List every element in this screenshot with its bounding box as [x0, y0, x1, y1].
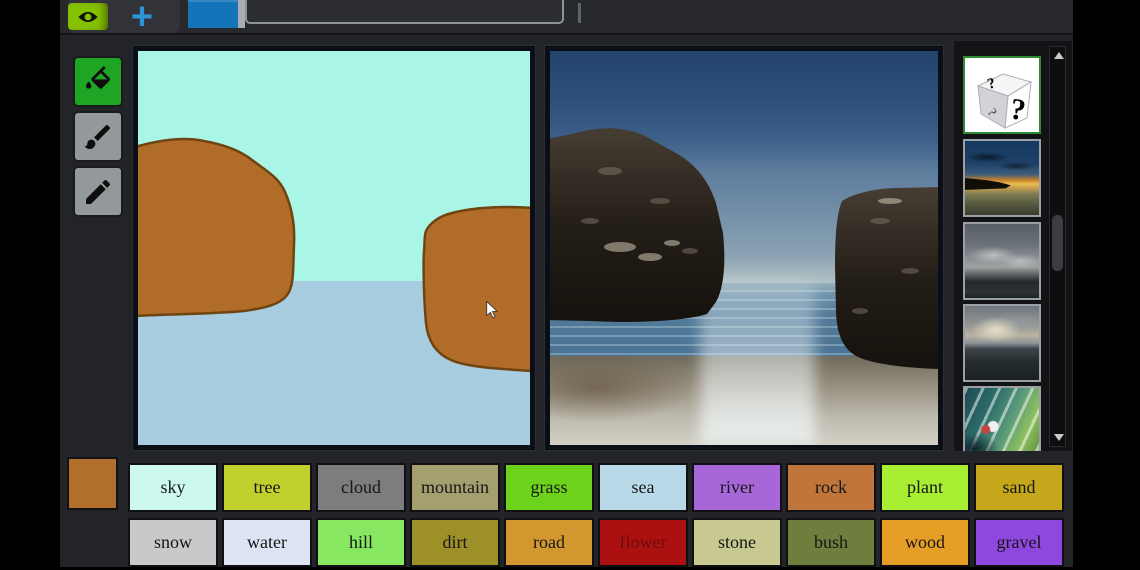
style-thumbnail-random-dice[interactable]: ? ? ?: [963, 56, 1041, 134]
brush-icon: [84, 124, 111, 149]
swatch-label: snow: [153, 532, 192, 552]
active-tab-thumb[interactable]: [188, 0, 238, 28]
swatch-label: hill: [348, 532, 373, 552]
swatch-label: cloud: [341, 477, 381, 497]
segmentation-canvas-frame: [133, 46, 535, 450]
label-swatch-dirt[interactable]: dirt: [412, 520, 498, 565]
swatch-label: grass: [530, 477, 568, 497]
generated-rocks: [550, 128, 938, 369]
style-scrollbar[interactable]: [1049, 46, 1066, 447]
label-swatch-sea[interactable]: sea: [600, 465, 686, 510]
style-sidebar: ? ? ?: [953, 40, 1073, 452]
brush-tool-button[interactable]: [75, 113, 121, 160]
generated-image: [550, 51, 938, 445]
app-window: + ? ? ? sky tree cloud mountain grass se…: [60, 0, 1073, 567]
label-swatch-water[interactable]: water: [224, 520, 310, 565]
label-swatch-bush[interactable]: bush: [788, 520, 874, 565]
label-swatch-flower[interactable]: flower: [600, 520, 686, 565]
label-swatch-plant[interactable]: plant: [882, 465, 968, 510]
swatch-label: sand: [1002, 477, 1036, 497]
scroll-down-icon[interactable]: [1054, 434, 1064, 441]
label-swatch-grass[interactable]: grass: [506, 465, 592, 510]
scroll-up-icon[interactable]: [1054, 52, 1064, 59]
swatch-label: river: [720, 477, 754, 497]
label-swatch-stone[interactable]: stone: [694, 520, 780, 565]
nvidia-logo-button[interactable]: [68, 3, 108, 30]
label-swatch-river[interactable]: river: [694, 465, 780, 510]
palette-row-2: snow water hill dirt road flower stone bush wood…: [130, 520, 1062, 565]
top-bar: +: [60, 0, 1073, 38]
swatch-label: road: [533, 532, 565, 552]
fill-bucket-tool-button[interactable]: [75, 58, 121, 105]
paint-bucket-icon: [86, 65, 111, 89]
swatch-label: sea: [631, 477, 655, 497]
segmentation-canvas[interactable]: [138, 51, 530, 445]
label-swatch-gravel[interactable]: gravel: [976, 520, 1062, 565]
tab-divider: [578, 3, 581, 23]
swatch-label: plant: [907, 477, 943, 497]
label-swatch-wood[interactable]: wood: [882, 520, 968, 565]
label-swatch-road[interactable]: road: [506, 520, 592, 565]
scrollbar-thumb[interactable]: [1052, 215, 1063, 271]
tab-edge: [238, 0, 245, 28]
label-swatch-snow[interactable]: snow: [130, 520, 216, 565]
label-swatch-hill[interactable]: hill: [318, 520, 404, 565]
swatch-label: stone: [718, 532, 756, 552]
palette-row-1: sky tree cloud mountain grass sea river rock pla…: [130, 465, 1062, 510]
swatch-label: flower: [619, 532, 667, 552]
pencil-tool-button[interactable]: [75, 168, 121, 215]
label-swatch-rock[interactable]: rock: [788, 465, 874, 510]
label-swatch-cloud[interactable]: cloud: [318, 465, 404, 510]
style-thumbnail-painterly-coast[interactable]: [963, 386, 1041, 451]
label-swatch-mountain[interactable]: mountain: [412, 465, 498, 510]
swatch-label: water: [247, 532, 287, 552]
label-swatch-tree[interactable]: tree: [224, 465, 310, 510]
sunset-land-silhouette: [965, 178, 1011, 190]
pencil-icon: [86, 179, 111, 204]
label-swatch-sky[interactable]: sky: [130, 465, 216, 510]
swatch-label: dirt: [442, 532, 468, 552]
style-thumbnail-sunset-beach[interactable]: [963, 139, 1041, 217]
plus-icon: +: [130, 0, 154, 38]
generated-canvas-frame: [545, 46, 943, 450]
swatch-label: sky: [160, 477, 186, 497]
segment-rock-right: [422, 205, 530, 373]
style-thumbnail-sun-through-clouds[interactable]: [963, 304, 1041, 382]
nvidia-eye-icon: [78, 11, 98, 22]
style-thumbnail-storm-clouds[interactable]: [963, 222, 1041, 300]
swatch-label: bush: [813, 532, 848, 552]
swatch-label: mountain: [421, 477, 489, 497]
swatch-label: wood: [905, 532, 945, 552]
label-swatch-sand[interactable]: sand: [976, 465, 1062, 510]
swatch-label: rock: [815, 477, 847, 497]
swatch-label: gravel: [996, 532, 1042, 552]
new-canvas-button[interactable]: +: [116, 0, 168, 38]
current-color-swatch: [69, 459, 116, 508]
swatch-label: tree: [253, 477, 281, 497]
tab-track[interactable]: [245, 0, 564, 24]
